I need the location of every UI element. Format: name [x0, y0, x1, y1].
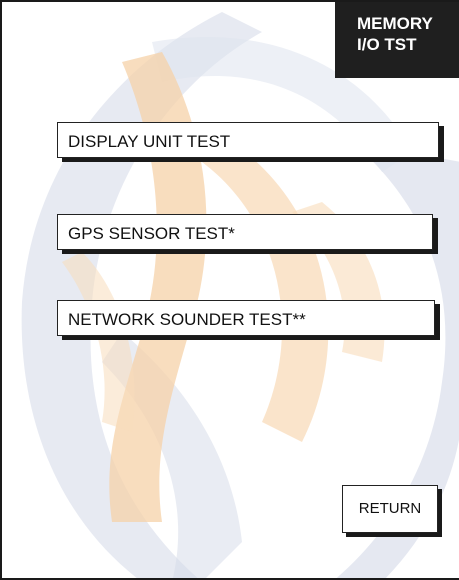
- network-sounder-test-button[interactable]: NETWORK SOUNDER TEST**: [57, 300, 435, 336]
- memory-io-test-softkey[interactable]: MEMORY I/O TST: [335, 2, 459, 78]
- return-button[interactable]: RETURN: [342, 485, 438, 533]
- softkey-line2: I/O TST: [357, 35, 417, 54]
- softkey-line1: MEMORY: [357, 14, 433, 33]
- display-unit-test-button[interactable]: DISPLAY UNIT TEST: [57, 122, 439, 158]
- gps-sensor-test-button[interactable]: GPS SENSOR TEST*: [57, 214, 433, 250]
- test-menu-screen: MEMORY I/O TST DISPLAY UNIT TEST GPS SEN…: [0, 0, 459, 580]
